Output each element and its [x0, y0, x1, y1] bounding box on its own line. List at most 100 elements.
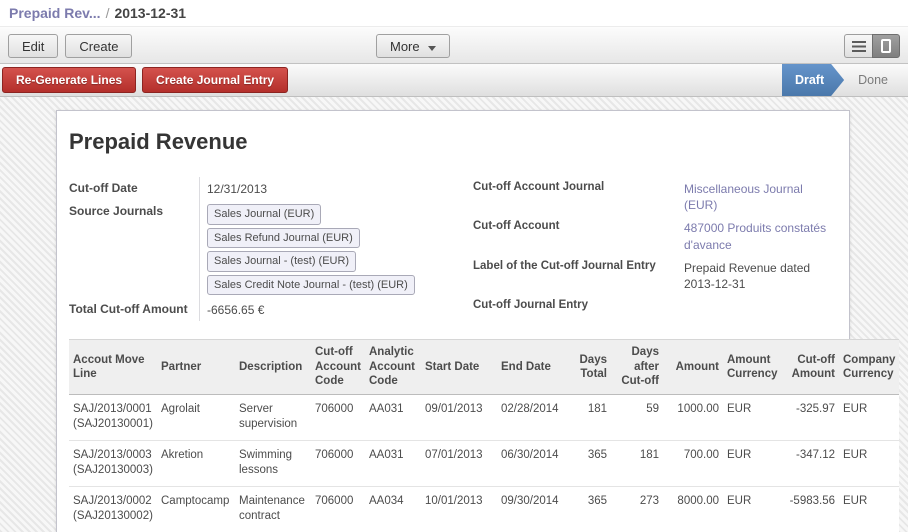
table-cell: SAJ/2013/0002 (SAJ20130002): [69, 486, 157, 532]
field-label: Total Cut-off Amount: [69, 298, 199, 319]
more-button[interactable]: More: [376, 34, 450, 58]
form-background: Prepaid Revenue Cut-off Date 12/31/2013 …: [0, 97, 908, 532]
table-cell: EUR: [723, 440, 781, 486]
table-cell: -325.97: [781, 394, 839, 440]
field-label: Cut-off Journal Entry: [473, 295, 677, 314]
create-button[interactable]: Create: [65, 34, 132, 58]
field-journal-entry-label: Label of the Cut-off Journal Entry Prepa…: [473, 256, 839, 295]
table-cell: 181: [611, 440, 663, 486]
table-cell: EUR: [839, 440, 899, 486]
field-label: Cut-off Account: [473, 216, 677, 235]
edit-button[interactable]: Edit: [8, 34, 58, 58]
column-header[interactable]: Description: [235, 340, 311, 394]
table-cell: Server supervision: [235, 394, 311, 440]
page-title: Prepaid Revenue: [69, 129, 839, 155]
caret-down-icon: [428, 46, 436, 51]
form-group-left: Cut-off Date 12/31/2013 Source Journals …: [69, 177, 465, 321]
table-cell: 02/28/2014: [497, 394, 571, 440]
status-steps: Draft Done: [782, 64, 908, 96]
column-header[interactable]: Accout Move Line: [69, 340, 157, 394]
toolbar: Edit Create More: [0, 26, 908, 64]
table-cell: 273: [611, 486, 663, 532]
regenerate-lines-button[interactable]: Re-Generate Lines: [2, 67, 136, 93]
journal-tag: Sales Credit Note Journal - (test) (EUR): [207, 275, 415, 296]
table-cell: 07/01/2013: [421, 440, 497, 486]
field-source-journals: Source Journals Sales Journal (EUR) Sale…: [69, 200, 465, 298]
table-cell: 706000: [311, 394, 365, 440]
column-header[interactable]: Amount: [663, 340, 723, 394]
table-cell: 06/30/2014: [497, 440, 571, 486]
column-header[interactable]: Partner: [157, 340, 235, 394]
journal-tag: Sales Journal (EUR): [207, 204, 321, 225]
table-cell: 10/01/2013: [421, 486, 497, 532]
table-row[interactable]: SAJ/2013/0002 (SAJ20130002)CamptocampMai…: [69, 486, 899, 532]
column-header[interactable]: Cut-off Account Code: [311, 340, 365, 394]
table-cell: 700.00: [663, 440, 723, 486]
column-header[interactable]: Company Currency: [839, 340, 899, 394]
table-cell: EUR: [839, 394, 899, 440]
column-header[interactable]: End Date: [497, 340, 571, 394]
table-cell: 706000: [311, 486, 365, 532]
source-journal-tags: Sales Journal (EUR) Sales Refund Journal…: [207, 204, 465, 295]
breadcrumb-separator: /: [106, 5, 110, 21]
table-cell: Swimming lessons: [235, 440, 311, 486]
column-header[interactable]: Cut-off Amount: [781, 340, 839, 394]
breadcrumb-parent-link[interactable]: Prepaid Rev...: [9, 5, 101, 21]
table-row[interactable]: SAJ/2013/0001 (SAJ20130001)AgrolaitServe…: [69, 394, 899, 440]
form-fields: Cut-off Date 12/31/2013 Source Journals …: [69, 177, 839, 321]
list-icon: [852, 41, 866, 52]
create-journal-entry-button[interactable]: Create Journal Entry: [142, 67, 288, 93]
table-cell: Agrolait: [157, 394, 235, 440]
column-header[interactable]: Days after Cut-off: [611, 340, 663, 394]
column-header[interactable]: Start Date: [421, 340, 497, 394]
table-cell: EUR: [839, 486, 899, 532]
cutoff-account-journal-link[interactable]: Miscellaneous Journal (EUR): [684, 182, 803, 212]
cutoff-lines-table: Accout Move LinePartnerDescriptionCut-of…: [69, 339, 899, 532]
field-label: Source Journals: [69, 200, 199, 221]
table-cell: 365: [571, 440, 611, 486]
view-switcher: [844, 34, 900, 58]
table-cell: 09/30/2014: [497, 486, 571, 532]
table-row[interactable]: SAJ/2013/0003 (SAJ20130003)AkretionSwimm…: [69, 440, 899, 486]
field-value: -6656.65 €: [199, 298, 465, 321]
form-sheet: Prepaid Revenue Cut-off Date 12/31/2013 …: [56, 110, 850, 532]
more-dropdown-wrap: More: [376, 34, 450, 58]
breadcrumb-current: 2013-12-31: [114, 5, 186, 21]
table-cell: AA031: [365, 394, 421, 440]
field-total-cutoff-amount: Total Cut-off Amount -6656.65 €: [69, 298, 465, 321]
status-step-draft: Draft: [782, 64, 844, 96]
field-label: Cut-off Account Journal: [473, 177, 677, 196]
table-cell: EUR: [723, 394, 781, 440]
cutoff-lines-table-wrap: Accout Move LinePartnerDescriptionCut-of…: [69, 339, 899, 532]
table-cell: SAJ/2013/0003 (SAJ20130003): [69, 440, 157, 486]
column-header[interactable]: Days Total: [571, 340, 611, 394]
field-label: Cut-off Date: [69, 177, 199, 198]
table-cell: 59: [611, 394, 663, 440]
form-icon: [881, 39, 891, 53]
column-header[interactable]: Amount Currency: [723, 340, 781, 394]
table-cell: Maintenance contract: [235, 486, 311, 532]
table-cell: EUR: [723, 486, 781, 532]
table-cell: 8000.00: [663, 486, 723, 532]
field-value: 12/31/2013: [199, 177, 465, 200]
cutoff-account-link[interactable]: 487000 Produits constatés d'avance: [684, 221, 826, 251]
field-cutoff-account-journal: Cut-off Account Journal Miscellaneous Jo…: [473, 177, 839, 216]
field-value: Prepaid Revenue dated 2013-12-31: [677, 256, 839, 295]
field-cutoff-account: Cut-off Account 487000 Produits constaté…: [473, 216, 839, 255]
toolbar-left-group: Edit Create: [8, 34, 132, 58]
form-group-right: Cut-off Account Journal Miscellaneous Jo…: [473, 177, 839, 321]
table-header-row: Accout Move LinePartnerDescriptionCut-of…: [69, 340, 899, 394]
table-cell: 1000.00: [663, 394, 723, 440]
table-cell: -5983.56: [781, 486, 839, 532]
table-cell: 09/01/2013: [421, 394, 497, 440]
field-cutoff-journal-entry: Cut-off Journal Entry: [473, 295, 839, 314]
field-cutoff-date: Cut-off Date 12/31/2013: [69, 177, 465, 200]
table-cell: 706000: [311, 440, 365, 486]
column-header[interactable]: Analytic Account Code: [365, 340, 421, 394]
table-cell: AA031: [365, 440, 421, 486]
table-cell: 365: [571, 486, 611, 532]
status-step-done: Done: [848, 64, 898, 96]
table-cell: Akretion: [157, 440, 235, 486]
form-view-button[interactable]: [872, 34, 900, 58]
list-view-button[interactable]: [844, 34, 872, 58]
